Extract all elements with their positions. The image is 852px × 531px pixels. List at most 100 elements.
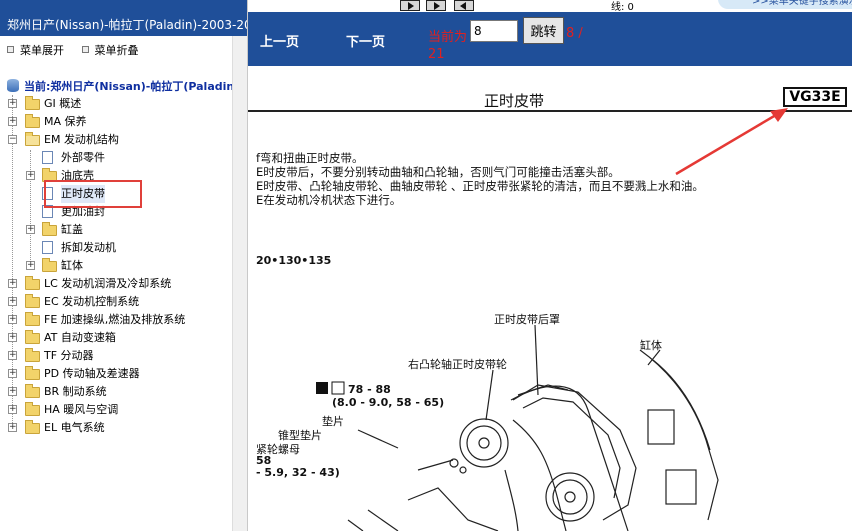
prev-page-button[interactable]: 上一页 — [260, 31, 299, 50]
belt-edge — [517, 384, 569, 396]
block-detail — [665, 469, 697, 505]
label-gasket: 垫片 — [322, 415, 344, 428]
top-toolbar: 线: 0 >>菜单关键字搜索演示 — [348, 0, 852, 13]
folder-icon — [25, 312, 40, 326]
torque-icon — [316, 382, 328, 394]
expand-plus-icon[interactable]: + — [26, 171, 35, 180]
expand-plus-icon[interactable]: + — [8, 387, 17, 396]
tree-item-em-cylinder-block[interactable]: + 缸体 — [0, 257, 232, 275]
tree-item-label: PD 传动轴及差速器 — [44, 367, 140, 380]
expand-plus-icon[interactable]: + — [26, 261, 35, 270]
tree-item-label: 拆卸发动机 — [61, 241, 116, 254]
tree-item-pd[interactable]: + PD 传动轴及差速器 — [0, 365, 232, 383]
tree-scrollbar[interactable] — [232, 36, 247, 531]
washer — [459, 466, 467, 474]
menu-collapse-button[interactable]: 菜单折叠 — [81, 42, 139, 58]
folder-icon — [42, 222, 57, 236]
tree-item-label: FE 加速操纵,燃油及排放系统 — [44, 313, 186, 326]
tree-item-lc[interactable]: + LC 发动机润滑及冷却系统 — [0, 275, 232, 293]
folder-icon — [25, 366, 40, 380]
tree-item-label: EM 发动机结构 — [44, 133, 119, 146]
folder-icon — [25, 294, 40, 308]
tree-item-at[interactable]: + AT 自动变速箱 — [0, 329, 232, 347]
tree-item-em[interactable]: − EM 发动机结构 — [0, 131, 232, 149]
folder-icon — [25, 384, 40, 398]
tree-item-label: HA 暖风与空调 — [44, 403, 119, 416]
folder-icon — [25, 114, 40, 128]
page-number-input[interactable] — [470, 20, 518, 42]
jump-button[interactable]: 跳转 — [523, 17, 564, 44]
current-path-text: 当前:郑州日产(Nissan)-帕拉丁(Paladin) — [24, 80, 240, 93]
next-page-button[interactable]: 下一页 — [346, 31, 385, 50]
tree-item-ha[interactable]: + HA 暖风与空调 — [0, 401, 232, 419]
back-button[interactable] — [454, 0, 474, 11]
expand-plus-icon[interactable]: + — [8, 369, 17, 378]
diagram-layer — [316, 108, 788, 531]
skip-button[interactable] — [426, 0, 446, 11]
heading-rule — [248, 110, 852, 112]
cam-pulley-left — [545, 472, 595, 522]
tree-item-label: EL 电气系统 — [44, 421, 105, 434]
label-right-cam-pulley: 右凸轮轴正时皮带轮 — [408, 358, 507, 371]
tree-item-tf[interactable]: + TF 分动器 — [0, 347, 232, 365]
collapse-minus-icon[interactable]: − — [8, 135, 17, 144]
lower-lines — [407, 459, 499, 531]
leader-washer — [357, 429, 399, 449]
cam-pulley-center — [478, 437, 490, 449]
expand-plus-icon[interactable]: + — [8, 297, 17, 306]
cam-pulley-hub — [466, 425, 502, 461]
tree-item-label: 外部零件 — [61, 151, 105, 164]
tree-item-ma[interactable]: + MA 保养 — [0, 113, 232, 131]
folder-icon — [25, 330, 40, 344]
panel-title: 郑州日产(Nissan)-帕拉丁(Paladin)-2003-2009 — [0, 0, 247, 36]
play-icon — [408, 2, 414, 10]
document-icon — [42, 241, 53, 254]
tree-item-em-cylinder-head[interactable]: + 缸盖 — [0, 221, 232, 239]
tree-item-label: LC 发动机润滑及冷却系统 — [44, 277, 172, 290]
document-icon — [42, 151, 53, 164]
tree-item-fe[interactable]: + FE 加速操纵,燃油及排放系统 — [0, 311, 232, 329]
tree-item-br[interactable]: + BR 制动系统 — [0, 383, 232, 401]
database-icon — [7, 79, 19, 92]
torque-spec: 20•130•135 — [256, 254, 332, 267]
menu-expand-button[interactable]: 菜单展开 — [7, 42, 64, 58]
tree-item-label: MA 保养 — [44, 115, 87, 128]
expand-plus-icon[interactable]: + — [8, 315, 17, 324]
expand-plus-icon[interactable]: + — [8, 423, 17, 432]
doc-heading: 正时皮带 — [484, 92, 545, 110]
lower-lines-left — [347, 509, 399, 531]
expand-plus-icon[interactable]: + — [8, 99, 17, 108]
folder-icon — [25, 276, 40, 290]
expand-plus-icon[interactable]: + — [26, 225, 35, 234]
belt-path — [510, 385, 629, 531]
cam-pulley-left-center — [564, 491, 576, 503]
engine-diagram — [347, 324, 719, 531]
torque-value: 78 - 88 — [348, 383, 391, 396]
rear-cover-outline — [512, 384, 637, 521]
selection-highlight-box — [44, 180, 142, 208]
page-count: 8 / — [566, 26, 583, 41]
tree-item-el[interactable]: + EL 电气系统 — [0, 419, 232, 437]
leader-pulley — [485, 369, 494, 421]
open-folder-icon — [25, 132, 40, 146]
current-path: 当前:郑州日产(Nissan)-帕拉丁(Paladin) — [7, 78, 239, 94]
menu-operations: 菜单展开 菜单折叠 — [0, 36, 247, 58]
tree-item-em-remove-engine[interactable]: 拆卸发动机 — [0, 239, 232, 257]
folder-icon — [25, 420, 40, 434]
expand-plus-icon[interactable]: + — [8, 405, 17, 414]
tree-item-em-external[interactable]: 外部零件 — [0, 149, 232, 167]
expand-plus-icon[interactable]: + — [8, 117, 17, 126]
document-panel: 线: 0 >>菜单关键字搜索演示 上一页 下一页 当前为 跳转 8 / 21 正… — [248, 0, 852, 531]
expand-plus-icon[interactable]: + — [8, 351, 17, 360]
expand-plus-icon[interactable]: + — [8, 279, 17, 288]
expand-plus-icon[interactable]: + — [8, 333, 17, 342]
tree-item-ec[interactable]: + EC 发动机控制系统 — [0, 293, 232, 311]
search-demo-link[interactable]: >>菜单关键字搜索演示 — [718, 0, 852, 9]
folder-icon — [42, 258, 57, 272]
skip-icon — [434, 2, 440, 10]
step-forward-button[interactable] — [400, 0, 420, 11]
bolt — [449, 458, 459, 468]
tree-item-gi[interactable]: + GI 概述 — [0, 95, 232, 113]
annotation-arrow-line — [675, 110, 782, 176]
menu-expand-label: 菜单展开 — [20, 44, 64, 57]
